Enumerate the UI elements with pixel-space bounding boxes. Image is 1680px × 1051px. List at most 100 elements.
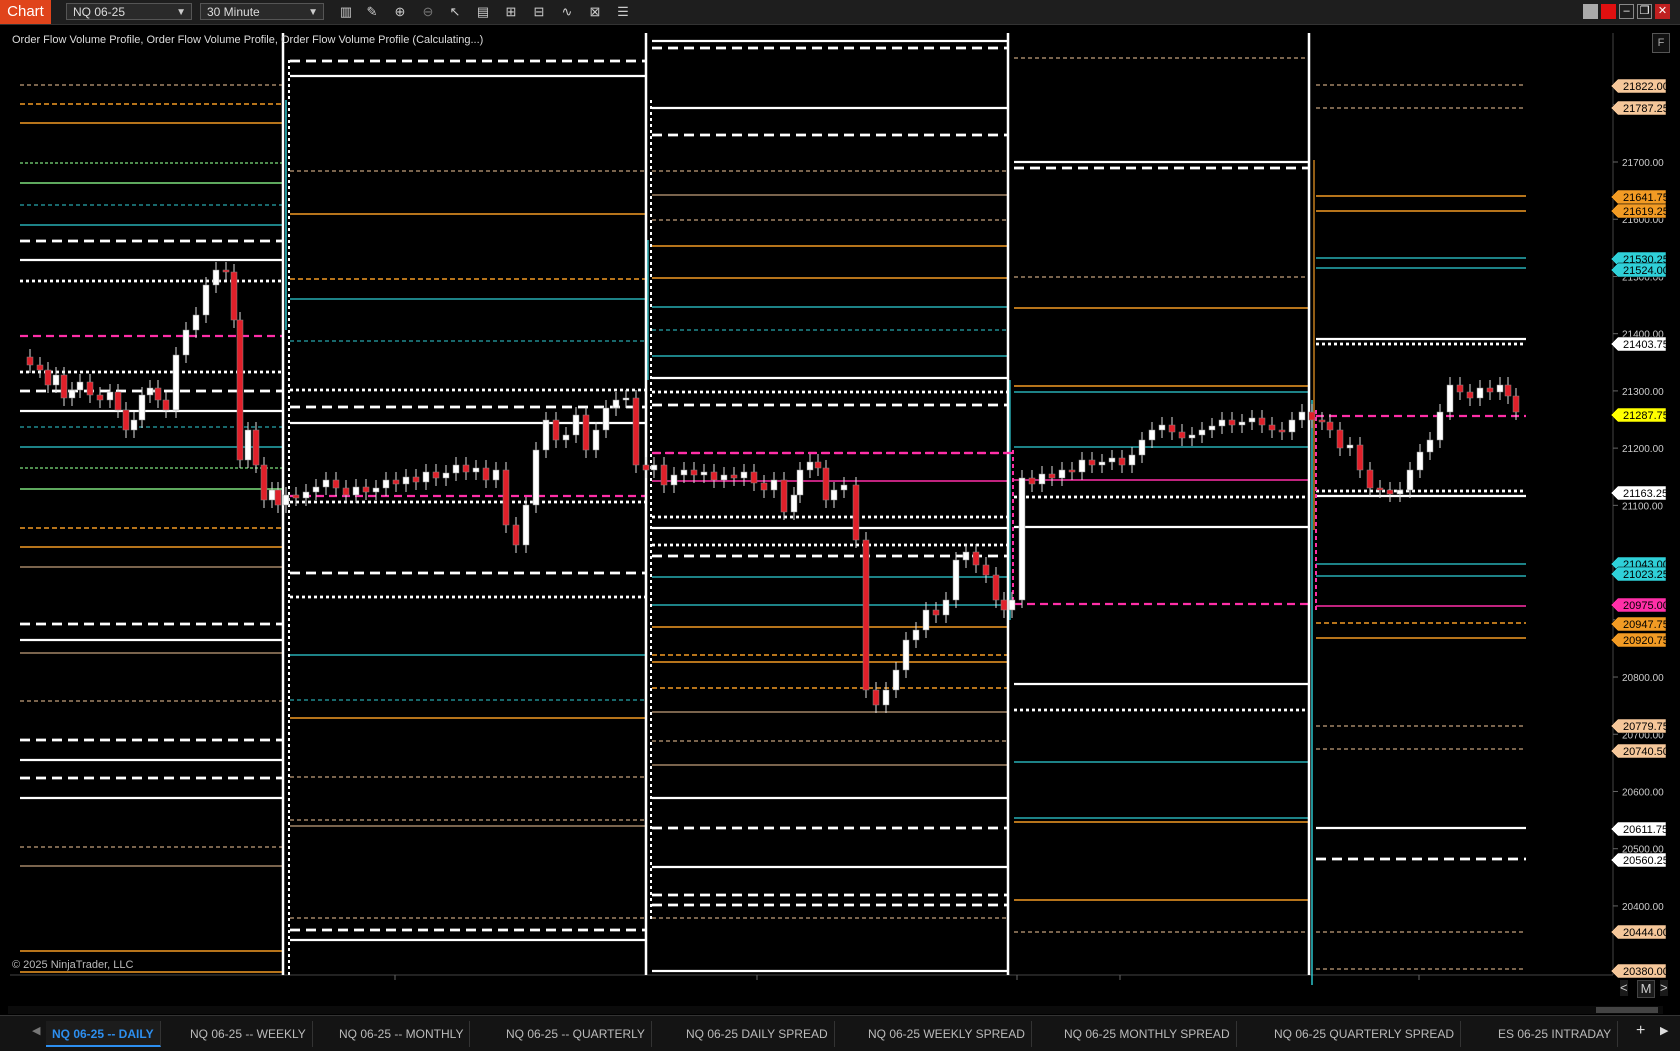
candle-body [1088, 459, 1096, 466]
chart-menu-button[interactable]: Chart [0, 0, 51, 24]
candle-body [274, 489, 282, 506]
interval-selector[interactable]: 30 Minute ▼ [200, 3, 324, 20]
candle-body [1178, 431, 1186, 439]
candle-body [1188, 434, 1196, 439]
tab-scroll-right-icon[interactable]: ▶ [1660, 1024, 1668, 1037]
tab-scroll-left-icon[interactable]: ◀ [32, 1024, 40, 1037]
zoom-mode-button[interactable]: M [1637, 980, 1655, 998]
candle-body [760, 482, 768, 491]
zoom-left-button[interactable]: < [1620, 980, 1628, 996]
candle-body [1436, 411, 1444, 441]
candle-body [780, 479, 788, 513]
candle-body [502, 469, 510, 526]
chart-tab[interactable]: ES 06-25 INTRADAY [1492, 1021, 1619, 1047]
chart-tab[interactable]: NQ 06-25 DAILY SPREAD [680, 1021, 835, 1047]
candle-body [1018, 477, 1026, 601]
chart-plot-area[interactable]: 20400.0020500.0020600.0020700.0020800.00… [0, 25, 1680, 985]
price-tick-label: 21300.00 [1622, 387, 1664, 398]
candle-body [942, 599, 950, 616]
chart-tab[interactable]: NQ 06-25 -- WEEKLY [184, 1021, 313, 1047]
candle-body [362, 486, 370, 493]
candle-body [382, 479, 390, 489]
scrollbar-thumb[interactable] [1596, 1007, 1658, 1013]
chart-tab[interactable]: NQ 06-25 MONTHLY SPREAD [1058, 1021, 1237, 1047]
candle-body [730, 474, 738, 479]
zoom-out-icon[interactable]: ⊖ [420, 4, 436, 20]
zoom-in-icon[interactable]: ⊕ [392, 4, 408, 20]
zoom-right-button[interactable]: > [1660, 980, 1668, 996]
indicator-label: Order Flow Volume Profile, Order Flow Vo… [12, 34, 484, 46]
candle-body [1376, 487, 1384, 491]
candle-body [1504, 384, 1512, 397]
price-marker: 20444.00 [1610, 924, 1669, 940]
candle-body [282, 494, 290, 506]
data-box-icon[interactable]: ▤ [475, 4, 491, 20]
candle-body [1108, 457, 1116, 463]
candle-body [670, 474, 678, 486]
candle-body [1078, 459, 1086, 473]
candle-body [402, 476, 410, 485]
price-marker-label: 20380.00 [1623, 966, 1669, 978]
chart-tab[interactable]: NQ 06-25 WEEKLY SPREAD [862, 1021, 1032, 1047]
indicators-icon[interactable]: ∿ [559, 4, 575, 20]
snap-icon[interactable] [1583, 4, 1598, 19]
strategies-icon[interactable]: ⊠ [587, 4, 603, 20]
price-marker-label: 20444.00 [1623, 927, 1669, 939]
candle-body [106, 391, 114, 401]
price-marker-label: 20975.00 [1623, 600, 1669, 612]
bar-type-icon[interactable]: ▥ [338, 4, 354, 20]
price-marker-label: 21641.75 [1623, 192, 1669, 204]
pointer-icon[interactable]: ↖ [447, 4, 463, 20]
price-marker: 21619.25 [1610, 203, 1669, 219]
chart-tab[interactable]: NQ 06-25 -- DAILY [46, 1021, 161, 1047]
minimize-icon[interactable]: – [1619, 4, 1634, 19]
price-marker: 20779.75 [1610, 718, 1669, 734]
chart-trader-icon[interactable]: ⊞ [503, 4, 519, 20]
add-tab-icon[interactable]: + [1636, 1022, 1645, 1040]
close-icon[interactable]: ✕ [1655, 4, 1670, 19]
price-marker: 20975.00 [1610, 597, 1669, 613]
candle-body [582, 414, 590, 451]
candle-body [922, 609, 930, 631]
price-marker-label: 21163.25 [1623, 488, 1668, 500]
price-marker-label: 21619.25 [1623, 206, 1669, 218]
candle-body [710, 471, 718, 481]
restore-icon[interactable]: ❐ [1637, 4, 1652, 19]
candle-body [1218, 419, 1226, 427]
price-marker: 20947.75 [1610, 616, 1669, 632]
candle-body [1308, 411, 1316, 421]
draw-tool-icon[interactable]: ✎ [364, 4, 380, 20]
instrument-selector[interactable]: NQ 06-25 ▼ [66, 3, 192, 20]
candle-body [86, 381, 94, 396]
price-marker-label: 21524.00 [1623, 265, 1669, 277]
candle-body [972, 551, 980, 566]
candle-body [36, 364, 44, 371]
fit-button[interactable]: F [1652, 33, 1670, 53]
object-list-icon[interactable]: ☰ [615, 4, 631, 20]
candle-body [882, 689, 890, 706]
candle-body [462, 464, 470, 473]
candle-body [562, 434, 570, 441]
candle-body [1496, 384, 1504, 393]
properties-icon[interactable]: ⊟ [531, 4, 547, 20]
candle-body [268, 489, 276, 501]
candle-body [1356, 444, 1364, 471]
candle-body [302, 491, 310, 499]
chart-tab[interactable]: NQ 06-25 -- QUARTERLY [500, 1021, 652, 1047]
link-icon[interactable] [1601, 4, 1616, 19]
candle-body [1366, 469, 1374, 489]
candle-body [1512, 395, 1520, 413]
candle-body [902, 639, 910, 671]
candle-body [292, 494, 300, 499]
price-marker: 21163.25 [1610, 485, 1668, 501]
chart-tab[interactable]: NQ 06-25 -- MONTHLY [333, 1021, 471, 1047]
chart-tab[interactable]: NQ 06-25 QUARTERLY SPREAD [1268, 1021, 1462, 1047]
candle-body [650, 464, 658, 471]
candle-body [492, 469, 500, 481]
candle-body [1318, 419, 1326, 423]
candle-body [932, 609, 940, 616]
candle-body [1278, 429, 1286, 433]
horizontal-scrollbar[interactable] [8, 1006, 1663, 1014]
candle-body [472, 467, 480, 473]
candle-body [1148, 429, 1156, 441]
